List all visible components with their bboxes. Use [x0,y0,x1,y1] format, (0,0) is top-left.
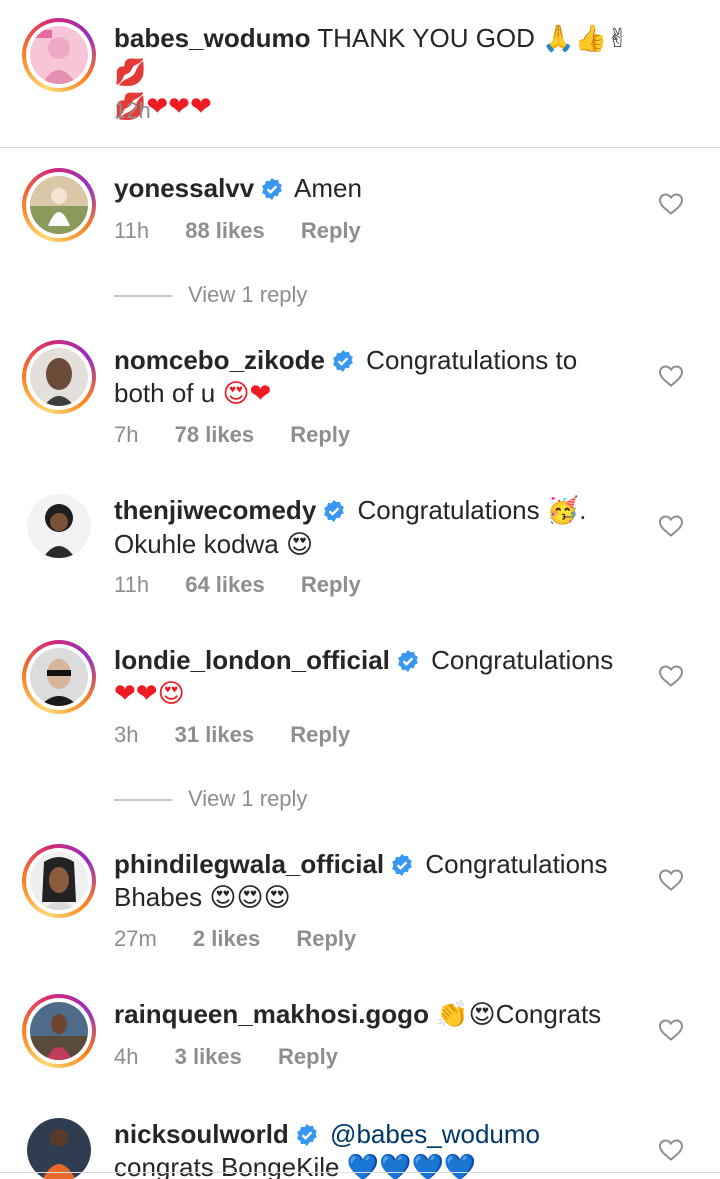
like-heart-icon[interactable] [658,1138,684,1162]
comment: yonessalvv Amen 11h 88 likes Reply View … [0,168,720,308]
comment-time: 11h [114,572,150,597]
comment-message: Congratulations [425,849,608,879]
comment: londie_london_official Congratulations ❤… [0,640,720,820]
caption-time: 12h [114,98,151,123]
avatar[interactable] [22,844,96,918]
comment-text: thenjiwecomedy Congratulations 🥳. Okuhle… [114,494,644,562]
reply-button[interactable]: Reply [290,422,350,447]
avatar[interactable] [22,168,96,242]
comment-message: Congratulations [431,645,614,675]
comment-username[interactable]: yonessalvv [114,173,254,203]
comment: thenjiwecomedy Congratulations 🥳. Okuhle… [0,490,720,610]
comment-username[interactable]: rainqueen_makhosi.gogo [114,999,429,1029]
comment-text: rainqueen_makhosi.gogo 👏😍Congrats [114,998,644,1032]
view-replies-label: View 1 reply [188,786,308,811]
like-heart-icon[interactable] [658,868,684,892]
like-heart-icon[interactable] [658,364,684,388]
comment-text: nomcebo_zikode Congratulations to both o… [114,344,644,411]
like-heart-icon[interactable] [658,1018,684,1042]
view-replies-button[interactable]: View 1 reply [114,282,307,308]
comment-message-2: both of u [114,378,216,408]
caption-block: babes_wodumo THANK YOU GOD 🙏👍✌💋 💋❤❤❤ 12h [0,0,720,148]
comment: nomcebo_zikode Congratulations to both o… [0,340,720,460]
comment-message: Amen [294,173,362,203]
comment-meta: 4h 3 likes Reply [114,1044,368,1070]
reply-button[interactable]: Reply [290,722,350,747]
verified-badge-icon [324,500,345,522]
comment-message-2: Bhabes [114,882,203,912]
avatar[interactable] [22,18,96,92]
comment-text: londie_london_official Congratulations ❤… [114,644,644,711]
reply-button[interactable]: Reply [278,1044,338,1069]
comment-emojis: 😍❤ [222,379,272,409]
comment-message-2: Okuhle kodwa [114,529,279,559]
caption-text: babes_wodumo THANK YOU GOD 🙏👍✌💋 💋❤❤❤ [114,22,644,124]
caption-username[interactable]: babes_wodumo [114,23,310,53]
avatar[interactable] [22,340,96,414]
comment: nicksoulworld @babes_wodumo congrats Bon… [0,1114,720,1179]
comment-punctuation: . [579,495,587,525]
comment-time: 7h [114,422,139,447]
comment-emojis: 😍 [286,530,314,560]
comment-username[interactable]: thenjiwecomedy [114,495,316,525]
likes-count[interactable]: 2 likes [193,926,260,951]
likes-count[interactable]: 64 likes [185,572,265,597]
comment-emojis: 😍😍😍 [209,883,291,913]
like-heart-icon[interactable] [658,514,684,538]
reply-button[interactable]: Reply [296,926,356,951]
comment-text: phindilegwala_official Congratulations B… [114,848,644,915]
avatar[interactable] [22,640,96,714]
comment-time: 3h [114,722,139,747]
view-replies-button[interactable]: View 1 reply [114,786,307,812]
reply-button[interactable]: Reply [301,218,361,243]
avatar[interactable] [27,1118,91,1179]
comment-username[interactable]: nomcebo_zikode [114,345,325,375]
likes-count[interactable]: 31 likes [175,722,255,747]
verified-badge-icon [296,1124,317,1146]
verified-badge-icon [392,854,413,876]
comment-meta: 27m 2 likes Reply [114,926,386,952]
comment-emojis: 👏😍 [436,1000,496,1030]
comment-username[interactable]: phindilegwala_official [114,849,384,879]
caption-message: THANK YOU GOD [317,23,535,53]
comment-message: Congratulations to [366,345,578,375]
view-replies-label: View 1 reply [188,282,308,307]
comment-meta: 7h 78 likes Reply [114,422,380,448]
party-emoji: 🥳 [546,496,580,526]
comment-time: 27m [114,926,157,951]
comment-message-2: congrats BongeKile [114,1152,340,1179]
like-heart-icon[interactable] [658,664,684,688]
comment: rainqueen_makhosi.gogo 👏😍Congrats 4h 3 l… [0,994,720,1084]
comment: phindilegwala_official Congratulations B… [0,844,720,964]
comment-message: Congratulations [357,495,540,525]
comment-text: nicksoulworld @babes_wodumo congrats Bon… [114,1118,644,1179]
comment-text: yonessalvv Amen [114,172,644,205]
comment-meta: 11h 88 likes Reply [114,218,391,244]
caption-meta: 12h [114,98,181,124]
comment-message: Congrats [495,999,602,1029]
avatar[interactable] [22,994,96,1068]
avatar[interactable] [27,494,91,558]
like-heart-icon[interactable] [658,192,684,216]
comment-emojis: ❤❤😍 [114,679,185,709]
reply-button[interactable]: Reply [301,572,361,597]
thread-line [114,295,172,298]
comment-time: 4h [114,1044,139,1069]
bottom-divider [0,1172,720,1173]
likes-count[interactable]: 78 likes [175,422,255,447]
comment-meta: 11h 64 likes Reply [114,572,391,598]
comment-username[interactable]: londie_london_official [114,645,390,675]
verified-badge-icon [262,178,283,200]
comment-username[interactable]: nicksoulworld [114,1119,289,1149]
verified-badge-icon [398,650,418,672]
verified-badge-icon [333,350,353,372]
divider [0,147,720,148]
mention-link[interactable]: @babes_wodumo [330,1119,540,1149]
comment-emojis: 💙💙💙💙 [346,1153,477,1179]
thread-line [114,799,172,802]
likes-count[interactable]: 88 likes [185,218,265,243]
likes-count[interactable]: 3 likes [175,1044,242,1069]
comment-meta: 3h 31 likes Reply [114,722,380,748]
comment-time: 11h [114,218,150,243]
